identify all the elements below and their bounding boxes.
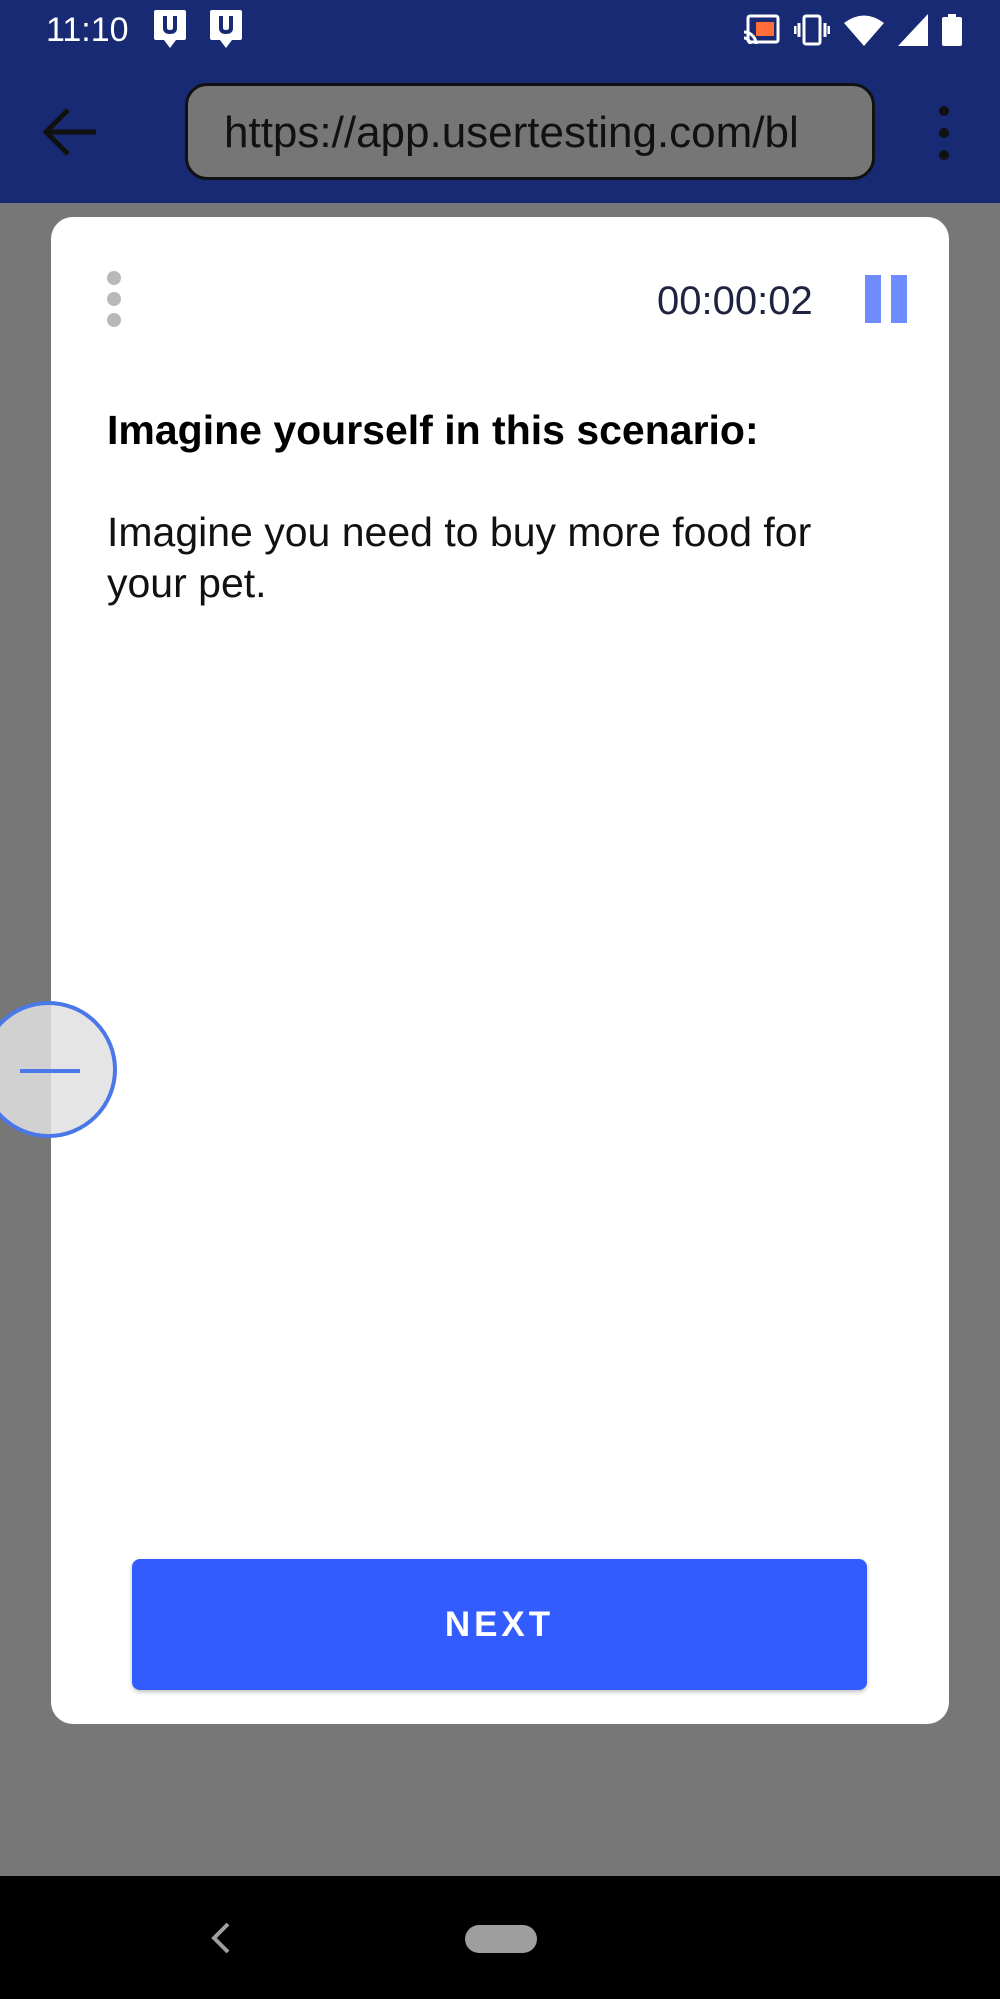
task-heading: Imagine yourself in this scenario: [107,407,759,453]
task-card: 00:00:02 Imagine yourself in this scenar… [51,217,949,1724]
status-bar: 11:10 [0,0,1000,60]
cell-signal-icon [898,14,928,46]
task-description: Imagine you need to buy more food for yo… [107,509,812,606]
usertesting-notification-icon [154,10,186,48]
pause-icon[interactable] [865,275,907,323]
wifi-icon [844,15,884,46]
url-text: https://app.usertesting.com/bl [224,108,799,157]
overflow-menu-icon[interactable] [930,105,958,161]
next-button[interactable]: NEXT [132,1559,867,1690]
url-field[interactable]: https://app.usertesting.com/bl [185,83,875,180]
browser-toolbar: https://app.usertesting.com/bl [0,60,1000,203]
system-nav-bar [0,1876,1000,1999]
recording-timer: 00:00:02 [657,279,813,323]
card-menu-icon[interactable] [101,269,127,329]
cast-icon [743,14,780,45]
battery-icon [942,14,962,46]
minus-icon [20,1069,80,1073]
nav-back-icon[interactable] [206,1920,236,1956]
status-icons [742,12,962,48]
back-arrow-icon[interactable] [40,106,100,158]
usertesting-notification-icon [210,10,242,48]
status-time: 11:10 [46,11,129,49]
vibrate-icon [794,14,830,46]
home-pill-icon[interactable] [465,1925,537,1953]
